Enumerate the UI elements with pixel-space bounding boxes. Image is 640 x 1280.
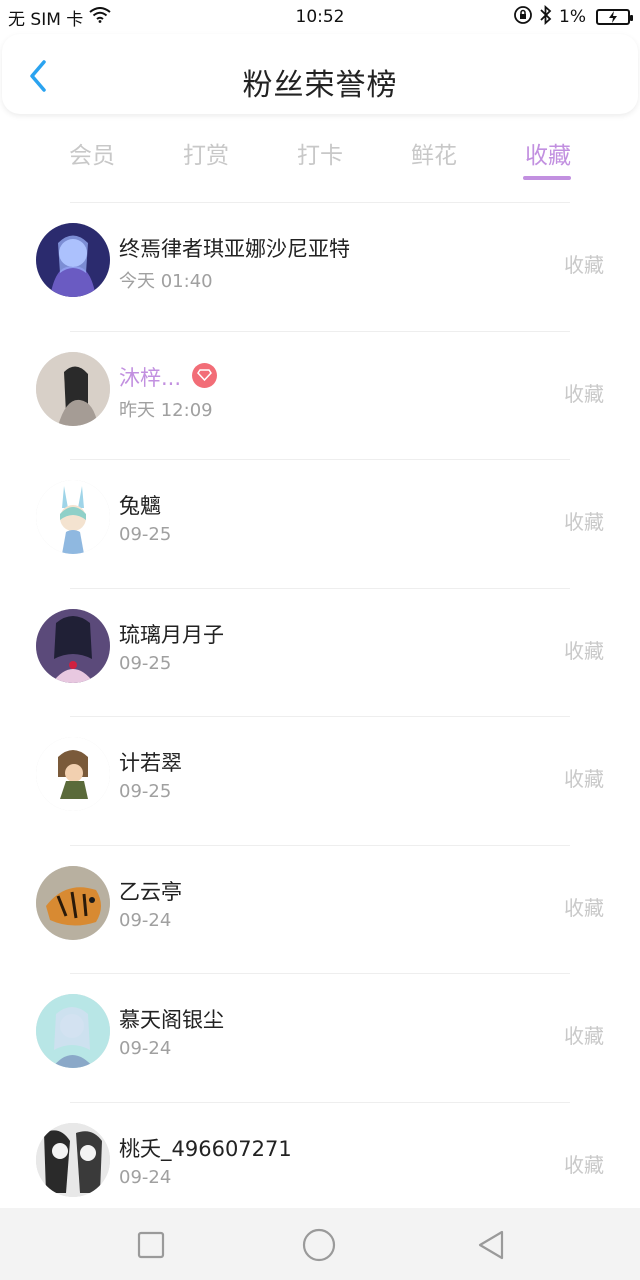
user-name: 兔魑	[119, 494, 161, 518]
avatar[interactable]	[36, 865, 110, 940]
action-label: 收藏	[564, 1152, 604, 1177]
list-item[interactable]: 沐梓... 昨天 12:09 收藏	[0, 332, 640, 460]
avatar[interactable]	[36, 223, 110, 297]
list-item[interactable]: 慕天阁银尘 09-24 收藏	[0, 974, 640, 1102]
user-time: 昨天 12:09	[119, 399, 213, 421]
user-name: 乙云亭	[119, 879, 182, 904]
user-time: 09-24	[119, 909, 172, 931]
list-item[interactable]: 琉璃月月子 09-25 收藏	[0, 589, 640, 717]
action-label: 收藏	[564, 895, 604, 920]
user-time: 09-24	[119, 1166, 172, 1188]
avatar[interactable]	[36, 1122, 110, 1197]
wifi-icon	[89, 6, 111, 28]
action-label: 收藏	[564, 1024, 604, 1048]
page-title: 粉丝荣誉榜	[242, 68, 398, 103]
list-item[interactable]: 乙云亭 09-24 收藏	[0, 846, 640, 974]
battery-percent: 1%	[559, 7, 586, 27]
circle-icon	[302, 1228, 336, 1262]
status-right: 1%	[513, 4, 633, 30]
diamond-icon	[192, 362, 217, 388]
user-name: 慕天阁银尘	[119, 1008, 224, 1032]
rotation-lock-icon	[513, 5, 533, 30]
header: 粉丝荣誉榜	[2, 34, 638, 114]
user-name: 桃夭_496607271	[119, 1136, 292, 1161]
active-tab-indicator	[523, 176, 571, 180]
battery-charging-icon	[596, 9, 633, 25]
home-button[interactable]	[302, 1228, 336, 1262]
list-item[interactable]: 计若翠 09-25 收藏	[0, 717, 640, 845]
action-label: 收藏	[564, 638, 604, 663]
action-label: 收藏	[564, 767, 604, 791]
list-item[interactable]: 兔魑 09-25 收藏	[0, 460, 640, 588]
avatar[interactable]	[36, 480, 110, 554]
system-nav-bar	[0, 1208, 640, 1280]
user-time: 09-24	[119, 1038, 172, 1059]
user-name: 计若翠	[119, 751, 182, 775]
user-time: 09-25	[119, 652, 172, 674]
status-bar: 无 SIM 卡 10:52 1%	[0, 0, 640, 34]
tab-tip[interactable]: 打赏	[166, 136, 246, 170]
avatar[interactable]	[36, 351, 110, 426]
avatar[interactable]	[36, 608, 110, 683]
user-name: 沐梓...	[119, 365, 182, 390]
tab-flowers[interactable]: 鲜花	[394, 136, 474, 170]
list-item[interactable]: 终焉律者琪亚娜沙尼亚特 今天 01:40 收藏	[0, 203, 640, 331]
square-icon	[137, 1231, 165, 1259]
action-label: 收藏	[564, 253, 604, 277]
action-label: 收藏	[564, 381, 604, 406]
tab-favorites[interactable]: 收藏	[508, 136, 588, 170]
bluetooth-icon	[539, 4, 553, 30]
fan-list: 终焉律者琪亚娜沙尼亚特 今天 01:40 收藏 沐梓... 昨天 12:09 收…	[0, 202, 640, 1230]
avatar[interactable]	[36, 737, 110, 811]
tab-bar: 会员 打赏 打卡 鲜花 收藏	[0, 130, 640, 186]
avatar[interactable]	[36, 994, 110, 1068]
back-nav-button[interactable]	[474, 1228, 508, 1262]
user-time: 09-25	[119, 524, 172, 545]
user-name: 琉璃月月子	[119, 622, 224, 647]
status-left: 无 SIM 卡	[8, 5, 111, 30]
recent-apps-button[interactable]	[134, 1228, 168, 1262]
tab-member[interactable]: 会员	[52, 136, 132, 170]
carrier-label: 无 SIM 卡	[8, 9, 84, 30]
user-name: 终焉律者琪亚娜沙尼亚特	[119, 237, 350, 261]
user-time: 今天 01:40	[119, 271, 213, 292]
tab-checkin[interactable]: 打卡	[280, 136, 360, 170]
user-time: 09-25	[119, 781, 172, 802]
action-label: 收藏	[564, 510, 604, 534]
back-triangle-icon	[478, 1230, 504, 1260]
